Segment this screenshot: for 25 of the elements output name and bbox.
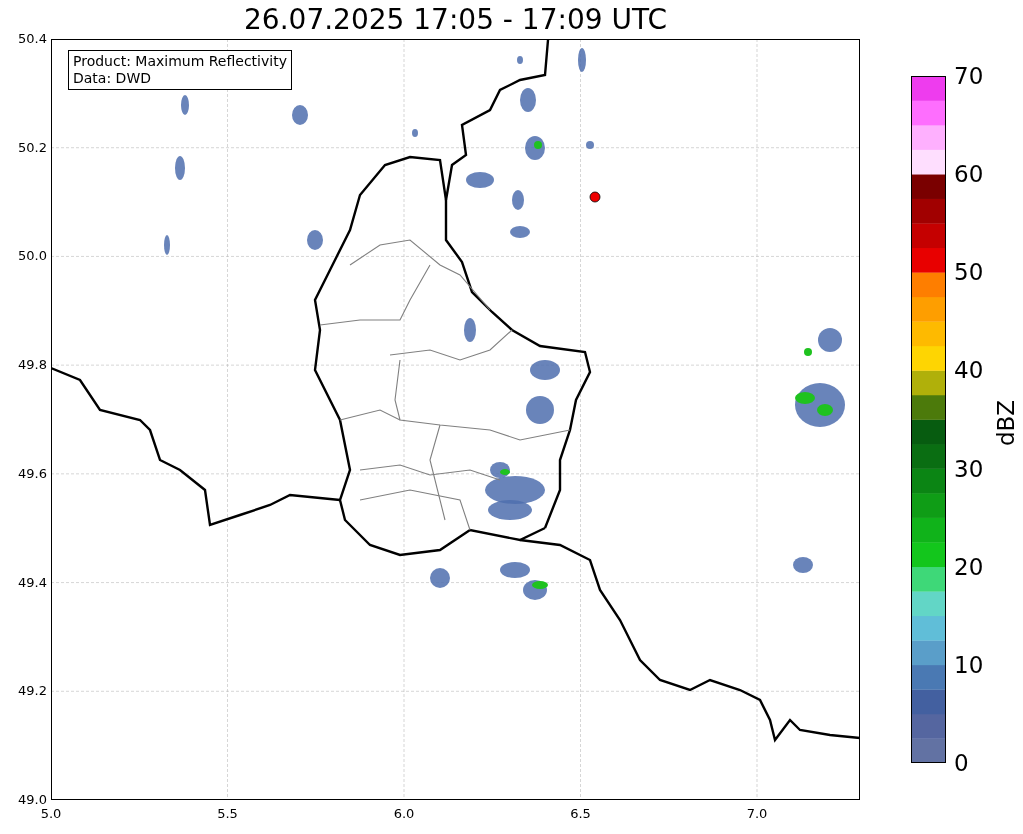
- axis-tick-label: 49.4: [18, 574, 47, 591]
- colorbar-tick-label: 60: [954, 161, 984, 188]
- axis-tick-label: 50.4: [18, 31, 47, 47]
- axis-tick-label: 50.0: [18, 248, 47, 265]
- colorbar-tick-label: 40: [954, 357, 984, 384]
- chart-title: 26.07.2025 17:05 - 17:09 UTC: [244, 3, 667, 36]
- info-text: Product: Maximum Reflectivity: [73, 53, 287, 70]
- colorbar-tick-label: 30: [954, 455, 984, 482]
- colorbar-tick-label: 70: [954, 63, 984, 89]
- colorbar-label: dBZ: [993, 399, 1020, 447]
- colorbar-tick-label: 10: [954, 651, 984, 678]
- axis-tick-label: 49.6: [18, 465, 47, 482]
- axis-tick-label: 49.2: [18, 683, 47, 700]
- info-text: Data: DWD: [73, 70, 152, 87]
- axis-tick-label: 5.5: [217, 806, 238, 822]
- colorbar-tick-label: 0: [954, 750, 969, 776]
- colorbar-tick-label: 20: [954, 553, 984, 580]
- axis-tick-label: 49.0: [18, 792, 47, 808]
- colorbar-tick-label: 50: [954, 259, 984, 286]
- axis-tick-label: 49.8: [18, 357, 47, 374]
- axis-tick-label: 6.5: [570, 806, 591, 822]
- axis-tick-label: 6.0: [393, 806, 415, 822]
- axis-tick-label: 7.0: [746, 806, 768, 822]
- axis-tick-label: 5.0: [40, 806, 62, 822]
- axis-tick-label: 50.2: [18, 139, 47, 156]
